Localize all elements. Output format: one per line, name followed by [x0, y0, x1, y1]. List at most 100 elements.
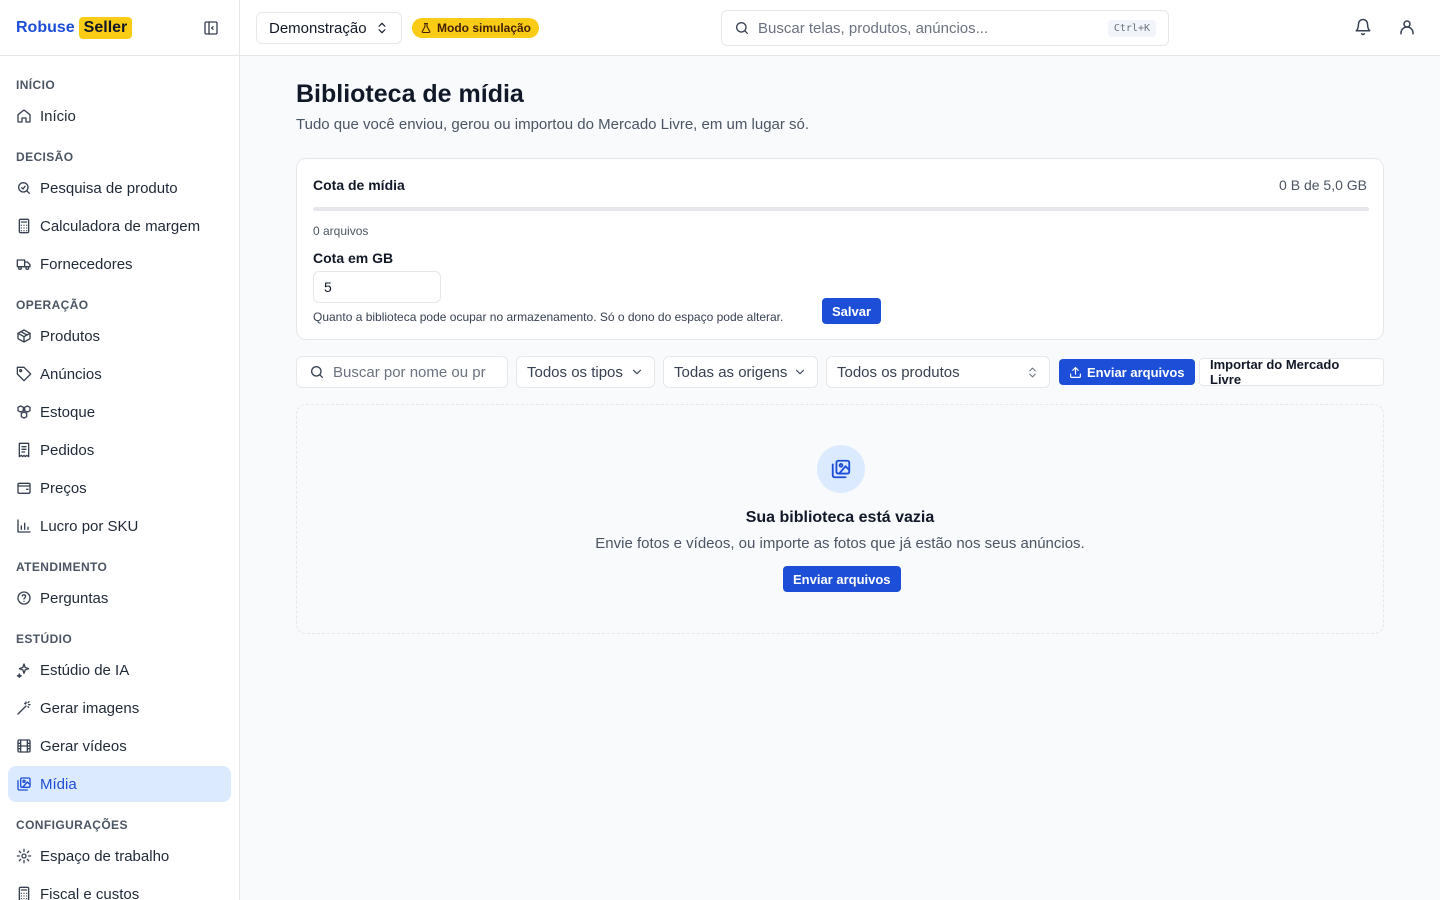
- upload-icon: [1070, 366, 1081, 378]
- sidebar-section-title: OPERAÇÃO: [16, 298, 89, 312]
- sidebar-item-label: Fornecedores: [40, 255, 133, 273]
- main-content: Biblioteca de mídia Tudo que você enviou…: [240, 56, 1440, 900]
- type-filter-select[interactable]: Todos os tipos: [516, 356, 655, 388]
- quota-progress-bar: [313, 207, 1369, 211]
- empty-state: Sua biblioteca está vazia Envie fotos e …: [296, 404, 1384, 634]
- help-circle-icon: [17, 591, 31, 605]
- sidebar-item-label: Calculadora de margem: [40, 217, 201, 235]
- sidebar-item-espaco-de-trabalho[interactable]: Espaço de trabalho: [8, 838, 231, 874]
- sidebar-item-lucro-por-sku[interactable]: Lucro por SKU: [8, 508, 231, 544]
- sidebar-item-precos[interactable]: Preços: [8, 470, 231, 506]
- sidebar-section-title: CONFIGURAÇÕES: [16, 818, 128, 832]
- sidebar-item-fornecedores[interactable]: Fornecedores: [8, 246, 231, 282]
- save-button[interactable]: Salvar: [822, 298, 882, 324]
- images-icon: [831, 459, 851, 479]
- chevron-down-icon: [632, 369, 642, 375]
- empty-state-icon-wrap: [817, 445, 865, 493]
- quota-help-text: Quanto a biblioteca pode ocupar no armaz…: [313, 310, 784, 324]
- empty-upload-button[interactable]: Enviar arquivos: [783, 566, 901, 592]
- files-count: 0 arquivos: [313, 224, 369, 238]
- global-search-placeholder: Buscar telas, produtos, anúncios...: [758, 19, 989, 37]
- calculator-icon: [18, 886, 30, 900]
- sidebar-item-label: Produtos: [40, 327, 101, 345]
- sidebar-item-midia[interactable]: Mídia: [8, 766, 231, 802]
- workspace-select[interactable]: Demonstração: [256, 12, 402, 44]
- chevrons-up-down-icon: [378, 22, 386, 34]
- sidebar-item-label: Gerar vídeos: [40, 737, 127, 755]
- sparkles-icon: [16, 663, 30, 678]
- sidebar-section-title: INÍCIO: [16, 78, 56, 92]
- sidebar-section-title: ESTÚDIO: [16, 632, 73, 646]
- truck-icon: [16, 259, 31, 270]
- media-search-placeholder: Buscar por nome ou pr: [333, 363, 486, 381]
- brand-badge: Seller: [78, 16, 133, 39]
- global-search-input[interactable]: Buscar telas, produtos, anúncios... Ctrl…: [721, 10, 1169, 46]
- sidebar-item-inicio[interactable]: Início: [8, 98, 231, 134]
- sidebar-item-calculadora-de-margem[interactable]: Calculadora de margem: [8, 208, 231, 244]
- sidebar-item-label: Estúdio de IA: [40, 661, 130, 679]
- sidebar-collapse-button[interactable]: [199, 16, 223, 40]
- import-mercado-livre-button[interactable]: Importar do Mercado Livre: [1199, 357, 1384, 387]
- quota-input-label: Cota em GB: [313, 250, 394, 266]
- chevron-down-icon: [795, 369, 805, 375]
- workspace-name: Demonstração: [269, 19, 367, 37]
- sidebar-item-perguntas[interactable]: Perguntas: [8, 580, 231, 616]
- sidebar-item-pedidos[interactable]: Pedidos: [8, 432, 231, 468]
- sidebar-item-label: Anúncios: [40, 365, 102, 383]
- sidebar-item-fiscal-e-custos[interactable]: Fiscal e custos: [8, 876, 231, 900]
- sidebar-item-label: Gerar imagens: [40, 699, 140, 717]
- empty-state-title: Sua biblioteca está vazia: [745, 509, 935, 526]
- upload-files-button[interactable]: Enviar arquivos: [1059, 359, 1195, 385]
- simulation-badge-label: Modo simulação: [437, 21, 532, 35]
- sidebar-item-label: Mídia: [40, 775, 77, 793]
- sidebar-item-gerar-imagens[interactable]: Gerar imagens: [8, 690, 231, 726]
- sidebar-item-gerar-videos[interactable]: Gerar vídeos: [8, 728, 231, 764]
- type-filter-value: Todos os tipos: [527, 363, 623, 381]
- sidebar-item-label: Pedidos: [40, 441, 95, 459]
- search-zoom-icon: [18, 182, 30, 194]
- sidebar: Robuse Seller INÍCIO Início DECISÃO Pesquis…: [0, 0, 240, 900]
- sidebar-item-label: Pesquisa de produto: [40, 179, 178, 197]
- user-menu-button[interactable]: [1398, 18, 1418, 38]
- page-title: Biblioteca de mídia: [296, 80, 524, 108]
- search-icon: [311, 366, 323, 378]
- sidebar-item-label: Espaço de trabalho: [40, 847, 170, 865]
- sidebar-item-anuncios[interactable]: Anúncios: [8, 356, 231, 392]
- brand-logo[interactable]: Robuse Seller: [16, 16, 133, 39]
- sidebar-item-label: Perguntas: [40, 589, 109, 607]
- bell-icon: [1355, 18, 1371, 36]
- gear-icon: [16, 848, 32, 864]
- empty-state-subtitle: Envie fotos e vídeos, ou importe as foto…: [595, 535, 1085, 552]
- origin-filter-value: Todas as origens: [674, 363, 788, 381]
- film-icon: [17, 739, 31, 753]
- media-search-input[interactable]: Buscar por nome ou pr: [296, 356, 508, 388]
- quota-title: Cota de mídia: [313, 177, 405, 193]
- package-icon: [17, 329, 31, 343]
- home-icon: [17, 109, 31, 123]
- sidebar-item-produtos[interactable]: Produtos: [8, 318, 231, 354]
- brand-name: Robuse: [16, 18, 75, 36]
- sidebar-item-label: Lucro por SKU: [40, 517, 139, 535]
- boxes-icon: [17, 405, 31, 419]
- calculator-icon: [18, 218, 30, 234]
- filters-bar: Buscar por nome ou pr Todos os tipos Tod…: [296, 356, 1384, 388]
- sidebar-section-title: ATENDIMENTO: [16, 560, 108, 574]
- quota-gb-input[interactable]: [313, 271, 441, 303]
- origin-filter-select[interactable]: Todas as origens: [663, 356, 818, 388]
- search-icon: [736, 22, 748, 34]
- notifications-button[interactable]: [1354, 18, 1374, 38]
- images-icon: [17, 777, 31, 791]
- receipt-icon: [18, 442, 30, 458]
- product-filter-select[interactable]: Todos os produtos: [826, 356, 1050, 388]
- quota-card: Cota de mídia 0 B de 5,0 GB 0 arquivos C…: [296, 158, 1384, 340]
- brand-row: Robuse Seller: [0, 0, 239, 56]
- chevrons-up-down-icon: [1029, 367, 1036, 377]
- page-subtitle: Tudo que você enviou, gerou ou importou …: [296, 116, 810, 133]
- sidebar-item-estudio-de-ia[interactable]: Estúdio de IA: [8, 652, 231, 688]
- sidebar-item-label: Fiscal e custos: [40, 885, 140, 900]
- wand-icon: [17, 701, 31, 715]
- simulation-badge: Modo simulação: [412, 18, 540, 38]
- bar-chart-icon: [17, 519, 31, 533]
- sidebar-item-estoque[interactable]: Estoque: [8, 394, 231, 430]
- sidebar-item-pesquisa-de-produto[interactable]: Pesquisa de produto: [8, 170, 231, 206]
